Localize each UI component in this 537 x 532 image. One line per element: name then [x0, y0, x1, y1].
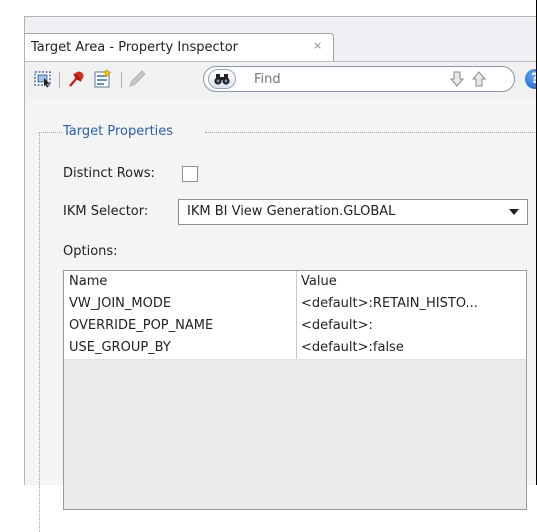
option-value[interactable]: <default>:RETAIN_HISTO...: [301, 296, 525, 311]
tab-strip: Target Area - Property Inspector ×: [25, 17, 537, 61]
ikm-selector-label: IKM Selector:: [63, 204, 149, 219]
distinct-rows-label: Distinct Rows:: [63, 166, 155, 181]
table-row[interactable]: VW_JOIN_MODE <default>:RETAIN_HISTO...: [64, 293, 526, 316]
find-previous-icon[interactable]: [470, 70, 488, 88]
column-header-value[interactable]: Value: [301, 274, 337, 289]
search-input[interactable]: [254, 70, 414, 88]
table-row[interactable]: OVERRIDE_POP_NAME <default>:: [64, 315, 526, 338]
edit-icon[interactable]: [93, 69, 113, 89]
pin-icon[interactable]: [67, 69, 87, 89]
binoculars-icon[interactable]: [208, 69, 236, 89]
column-divider[interactable]: [296, 271, 297, 359]
options-table: Name Value VW_JOIN_MODE <default>:RETAIN…: [63, 270, 527, 510]
find-next-icon[interactable]: [448, 70, 466, 88]
ikm-selector-value: IKM BI View Generation.GLOBAL: [187, 204, 396, 219]
group-border: [39, 132, 40, 532]
option-value[interactable]: <default>:false: [301, 340, 525, 355]
tab-title: Target Area - Property Inspector: [31, 40, 239, 55]
toolbar-separator: [121, 72, 122, 88]
table-header: Name Value: [64, 271, 526, 294]
ikm-selector-dropdown[interactable]: IKM BI View Generation.GLOBAL: [178, 199, 528, 225]
find-box[interactable]: [203, 66, 515, 92]
tab-property-inspector[interactable]: Target Area - Property Inspector ×: [25, 33, 334, 61]
distinct-rows-checkbox[interactable]: [182, 166, 198, 182]
options-label: Options:: [63, 244, 118, 259]
target-properties-title: Target Properties: [63, 124, 174, 139]
property-inspector-panel: Target Area - Property Inspector × Find …: [24, 16, 537, 532]
inspector-content: ? Target Properties Distinct Rows: IKM S…: [25, 61, 537, 532]
pencil-icon[interactable]: [127, 69, 147, 89]
table-row[interactable]: USE_GROUP_BY <default>:false: [64, 337, 526, 360]
chevron-down-icon[interactable]: [509, 209, 519, 215]
option-name: VW_JOIN_MODE: [69, 296, 172, 311]
group-border: [205, 132, 537, 133]
app-frame: Target Area - Property Inspector × Find …: [0, 0, 537, 532]
group-border: [39, 132, 62, 133]
close-icon[interactable]: ×: [313, 39, 322, 52]
option-name: OVERRIDE_POP_NAME: [69, 318, 214, 333]
toolbar-separator: [59, 72, 60, 88]
select-icon[interactable]: [33, 69, 53, 89]
option-name: USE_GROUP_BY: [69, 340, 171, 355]
option-value[interactable]: <default>:: [301, 318, 525, 333]
toolbar: ?: [25, 62, 537, 98]
column-header-name[interactable]: Name: [69, 274, 107, 289]
